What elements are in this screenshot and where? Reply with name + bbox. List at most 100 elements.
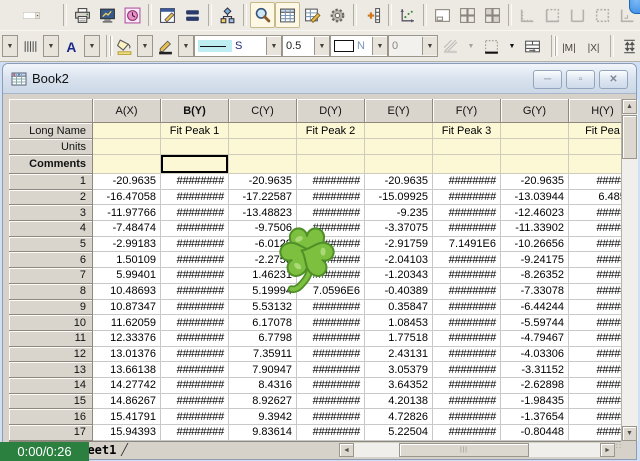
table-cell[interactable]: ###### (569, 252, 621, 268)
label-cell[interactable] (161, 139, 229, 155)
label-cell[interactable] (569, 155, 621, 174)
transparency-combo[interactable]: 0 ▼ (388, 35, 438, 57)
font-color-icon[interactable]: A (59, 33, 84, 59)
tick-spacing-icon[interactable] (18, 33, 43, 59)
table-cell[interactable]: ######## (433, 190, 501, 206)
row-header[interactable]: 9 (9, 300, 93, 316)
table-cell[interactable]: ######## (297, 190, 365, 206)
border-style-combo[interactable]: N ▼ (330, 35, 388, 57)
label-cell[interactable] (569, 139, 621, 155)
row-header[interactable]: 12 (9, 347, 93, 363)
chevron-down-icon[interactable]: ▼ (422, 37, 437, 55)
table-cell[interactable]: ######## (161, 174, 229, 190)
table-cell[interactable]: -8.26352 (501, 268, 569, 284)
table-cell[interactable]: ######## (433, 394, 501, 410)
table-cell[interactable]: ######## (433, 425, 501, 441)
table-cell[interactable]: 6.7798 (229, 331, 297, 347)
table-cell[interactable]: ######## (161, 425, 229, 441)
table-cell[interactable]: 11.62059 (93, 315, 161, 331)
table-cell[interactable]: ######## (161, 268, 229, 284)
borders-dropdown-icon[interactable]: ▼ (504, 35, 520, 57)
chevron-down-icon[interactable]: ▼ (314, 37, 329, 55)
table-cell[interactable]: -2.04103 (365, 252, 433, 268)
row-header[interactable]: 7 (9, 268, 93, 284)
table-cell[interactable]: -4.79467 (501, 331, 569, 347)
table-cell[interactable]: -9.235 (365, 205, 433, 221)
table-cell[interactable]: ###### (569, 347, 621, 363)
table-cell[interactable]: -0.80448 (501, 425, 569, 441)
label-cell[interactable] (501, 139, 569, 155)
line-color-icon[interactable] (153, 33, 178, 59)
table-cell[interactable]: 14.86267 (93, 394, 161, 410)
table-cell[interactable]: -1.20343 (365, 268, 433, 284)
printer-icon[interactable] (70, 2, 95, 28)
table-cell[interactable]: -7.48474 (93, 221, 161, 237)
column-header[interactable]: C(Y) (229, 99, 297, 123)
label-cell[interactable] (501, 155, 569, 174)
table-cell[interactable]: ######## (433, 378, 501, 394)
column-header[interactable]: E(Y) (365, 99, 433, 123)
table-cell[interactable]: ######## (297, 347, 365, 363)
table-cell[interactable]: ######## (297, 409, 365, 425)
table-cell[interactable]: 1.77518 (365, 331, 433, 347)
table-cell[interactable]: ###### (569, 425, 621, 441)
table-cell[interactable]: -2.99183 (93, 237, 161, 253)
table-cell[interactable]: ######## (297, 331, 365, 347)
table-cell[interactable]: 15.94393 (93, 425, 161, 441)
table-cell[interactable]: -15.09925 (365, 190, 433, 206)
table-cell[interactable]: ######## (433, 205, 501, 221)
table-cell[interactable]: ######## (161, 252, 229, 268)
table-cell[interactable]: ######## (433, 268, 501, 284)
column-header[interactable]: D(Y) (297, 99, 365, 123)
label-cell[interactable] (365, 155, 433, 174)
table-cell[interactable]: ######## (433, 284, 501, 300)
table-cell[interactable]: -9.24175 (501, 252, 569, 268)
column-header[interactable]: B(Y) (161, 99, 229, 123)
timer-icon[interactable] (120, 2, 145, 28)
column-header[interactable]: H(Y) (569, 99, 621, 123)
options-gear-icon[interactable] (325, 2, 350, 28)
table-cell[interactable]: 12.33376 (93, 331, 161, 347)
fill-color-dropdown-icon[interactable]: ▼ (137, 35, 153, 57)
table-cell[interactable]: 3.05379 (365, 362, 433, 378)
table-cell[interactable]: -20.9635 (229, 174, 297, 190)
column-header[interactable]: F(Y) (433, 99, 501, 123)
table-cell[interactable]: 8.92627 (229, 394, 297, 410)
label-cell[interactable] (229, 139, 297, 155)
table-cell[interactable]: 2.43131 (365, 347, 433, 363)
table-cell[interactable]: 7.1491E6 (433, 237, 501, 253)
table-cell[interactable]: 1.08453 (365, 315, 433, 331)
cell-borders-icon[interactable] (479, 33, 504, 59)
table-cell[interactable]: ######## (161, 409, 229, 425)
row-header[interactable]: 5 (9, 237, 93, 253)
table-cell[interactable]: -1.37654 (501, 409, 569, 425)
table-cell[interactable]: ######## (433, 362, 501, 378)
table-cell[interactable]: -12.46023 (501, 205, 569, 221)
table-cell[interactable]: ######## (297, 394, 365, 410)
table-cell[interactable]: ######## (297, 315, 365, 331)
table-cell[interactable]: 6.17078 (229, 315, 297, 331)
axis-frame-2-icon[interactable] (540, 2, 565, 28)
label-cell[interactable] (229, 155, 297, 174)
table-cell[interactable]: ######## (433, 221, 501, 237)
table-cell[interactable]: -2.62898 (501, 378, 569, 394)
font-color-dropdown-icon[interactable]: ▼ (84, 35, 100, 57)
merge-cells-icon[interactable] (520, 33, 545, 59)
table-cell[interactable]: 3.64352 (365, 378, 433, 394)
horizontal-scroll-thumb[interactable]: ||| (399, 443, 529, 457)
table-cell[interactable]: 6.4857 (569, 190, 621, 206)
table-cell[interactable]: -5.59744 (501, 315, 569, 331)
hatch-pattern-icon[interactable] (438, 33, 463, 59)
table-cell[interactable]: -13.03944 (501, 190, 569, 206)
row-header[interactable]: 15 (9, 394, 93, 410)
table-cell[interactable]: ###### (569, 300, 621, 316)
panel-layout-3-icon[interactable] (480, 2, 505, 28)
table-cell[interactable]: ######## (433, 252, 501, 268)
minimize-button[interactable]: ─ (533, 70, 562, 89)
screen-preview-icon[interactable] (95, 2, 120, 28)
row-spacing-icon[interactable] (617, 33, 640, 59)
new-graph-icon[interactable] (155, 2, 180, 28)
table-cell[interactable]: 15.41791 (93, 409, 161, 425)
table-cell[interactable]: ######## (161, 205, 229, 221)
row-header[interactable]: 11 (9, 331, 93, 347)
